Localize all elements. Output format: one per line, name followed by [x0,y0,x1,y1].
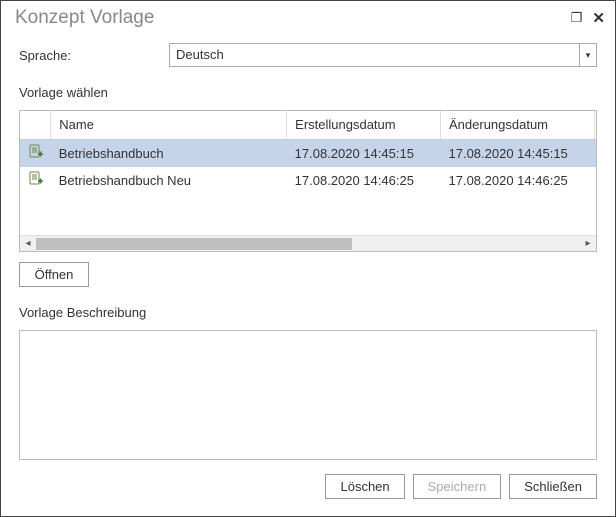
language-select[interactable]: Deutsch ▾ [169,43,597,67]
cell-size: 46 [594,139,597,167]
scroll-right-icon[interactable]: ▸ [580,236,596,251]
grid-header-name[interactable]: Name [51,111,287,139]
grid-header-row: Name Erstellungsdatum Änderungsdatum Grö [20,111,597,139]
description-label: Vorlage Beschreibung [19,305,597,320]
window-controls: ❐ ✕ [571,9,605,27]
open-row: Öffnen [19,262,597,287]
grid-header-size[interactable]: Grö [594,111,597,139]
close-icon[interactable]: ✕ [592,9,605,27]
language-value: Deutsch [169,43,597,67]
cell-size: 46 [594,167,597,194]
open-button[interactable]: Öffnen [19,262,89,287]
scroll-track[interactable] [36,236,580,251]
scroll-left-icon[interactable]: ◂ [20,236,36,251]
template-icon [28,171,42,187]
cell-created: 17.08.2020 14:46:25 [287,167,441,194]
maximize-icon[interactable]: ❐ [571,10,583,26]
titlebar: Konzept Vorlage ❐ ✕ [1,1,615,33]
grid-header-icon[interactable] [20,111,51,139]
language-label: Sprache: [19,48,169,63]
grid-header-created[interactable]: Erstellungsdatum [287,111,441,139]
table-row[interactable]: Betriebshandbuch Neu17.08.2020 14:46:251… [20,167,597,194]
template-icon [28,144,42,160]
cell-modified: 17.08.2020 14:45:15 [441,139,595,167]
close-button[interactable]: Schließen [509,474,597,499]
cell-created: 17.08.2020 14:45:15 [287,139,441,167]
description-textarea[interactable] [19,330,597,460]
template-grid[interactable]: Name Erstellungsdatum Änderungsdatum Grö… [19,110,597,252]
scroll-thumb[interactable] [36,238,352,250]
dialog-content: Sprache: Deutsch ▾ Vorlage wählen Name E… [1,33,615,513]
save-button[interactable]: Speichern [413,474,502,499]
table-row[interactable]: Betriebshandbuch17.08.2020 14:45:1517.08… [20,139,597,167]
cell-modified: 17.08.2020 14:46:25 [441,167,595,194]
chevron-down-icon[interactable]: ▾ [579,43,597,67]
footer-buttons: Löschen Speichern Schließen [19,474,597,499]
grid-header-modified[interactable]: Änderungsdatum [441,111,595,139]
choose-template-label: Vorlage wählen [19,85,597,100]
horizontal-scrollbar[interactable]: ◂ ▸ [20,235,596,251]
delete-button[interactable]: Löschen [325,474,404,499]
window-title: Konzept Vorlage [15,7,154,29]
cell-name: Betriebshandbuch Neu [51,167,287,194]
cell-name: Betriebshandbuch [51,139,287,167]
language-row: Sprache: Deutsch ▾ [19,43,597,67]
